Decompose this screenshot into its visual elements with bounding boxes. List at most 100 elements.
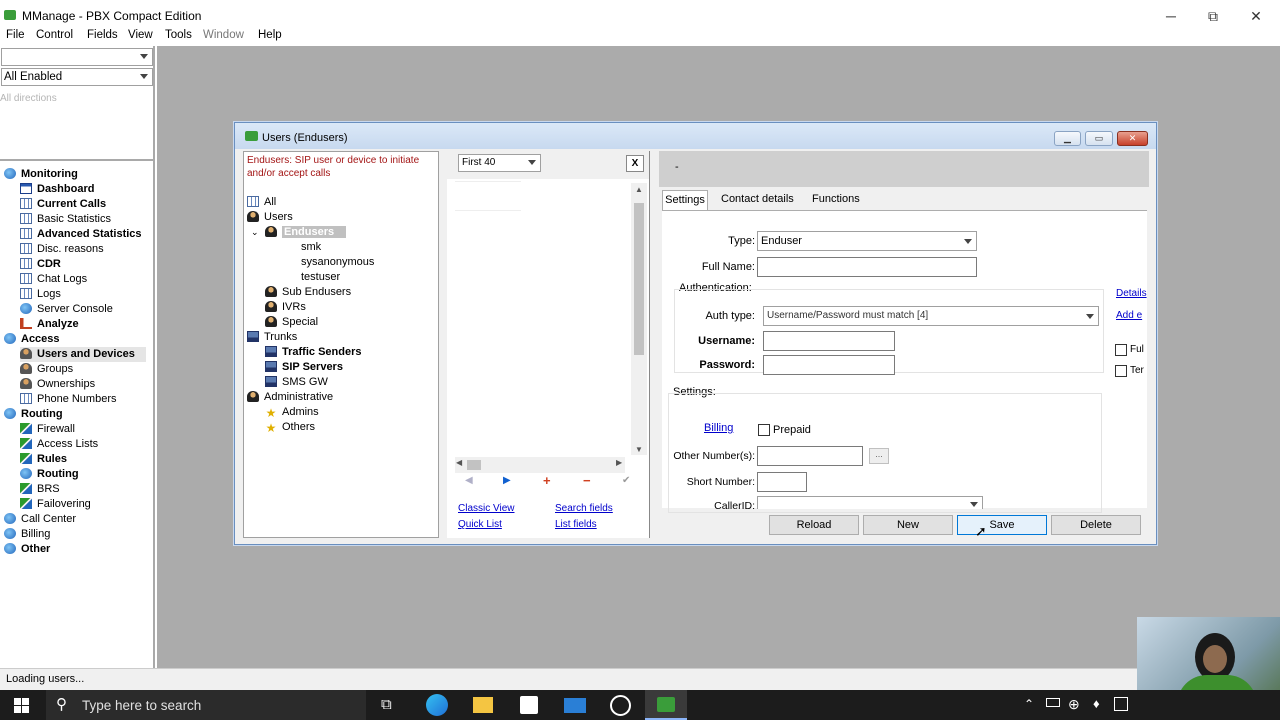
remove-record-icon[interactable]: − bbox=[583, 473, 591, 488]
taskbar-search-box[interactable]: ⚲ Type here to search bbox=[46, 690, 366, 720]
nav-item[interactable]: Advanced Statistics bbox=[20, 227, 142, 242]
nav-item[interactable]: Current Calls bbox=[20, 197, 106, 212]
menu-control[interactable]: Control bbox=[36, 29, 73, 41]
scroll-down-icon[interactable]: ▼ bbox=[635, 445, 643, 454]
tab-settings[interactable]: Settings bbox=[662, 190, 708, 210]
taskbar-active-app[interactable] bbox=[645, 690, 687, 720]
category-item[interactable]: SMS GW bbox=[265, 375, 328, 390]
reload-button[interactable]: Reload bbox=[769, 515, 859, 535]
list-fields-link[interactable]: List fields bbox=[555, 519, 597, 530]
dialog-maximize-button[interactable]: ▭ bbox=[1085, 131, 1113, 146]
prev-record-icon[interactable]: ◀ bbox=[465, 475, 473, 486]
menu-fields[interactable]: Fields bbox=[87, 29, 118, 41]
nav-item[interactable]: Access Lists bbox=[20, 437, 98, 452]
category-item[interactable]: Users bbox=[247, 210, 293, 225]
category-item[interactable]: sysanonymous bbox=[301, 255, 374, 270]
prepaid-checkbox[interactable] bbox=[758, 424, 770, 436]
list-close-button[interactable]: X bbox=[626, 155, 644, 172]
category-item[interactable]: IVRs bbox=[265, 300, 306, 315]
nav-item[interactable]: Routing bbox=[20, 467, 79, 482]
nav-item[interactable]: Server Console bbox=[20, 302, 113, 317]
list-filter-combo[interactable]: First 40 bbox=[458, 154, 541, 172]
tab-functions[interactable]: Functions bbox=[806, 193, 866, 205]
tab-contact-details[interactable]: Contact details bbox=[715, 193, 800, 205]
nav-item[interactable]: Billing bbox=[4, 527, 50, 542]
search-fields-link[interactable]: Search fields bbox=[555, 503, 613, 514]
windows-start-icon[interactable] bbox=[14, 698, 29, 713]
other-numbers-input[interactable] bbox=[757, 446, 863, 466]
auth-type-select[interactable]: Username/Password must match [4] bbox=[763, 306, 1099, 326]
quick-list-link[interactable]: Quick List bbox=[458, 519, 502, 530]
nav-item[interactable]: BRS bbox=[20, 482, 60, 497]
battery-icon[interactable] bbox=[1046, 698, 1060, 707]
tray-chevron-up-icon[interactable]: ⌃ bbox=[1024, 697, 1034, 711]
add-link[interactable]: Add e bbox=[1116, 310, 1142, 321]
next-record-icon[interactable]: ▶ bbox=[503, 475, 511, 486]
nav-item[interactable]: Other bbox=[4, 542, 50, 557]
nav-item[interactable]: Access bbox=[4, 332, 60, 347]
billing-link[interactable]: Billing bbox=[704, 422, 733, 434]
category-item[interactable]: SIP Servers bbox=[265, 360, 343, 375]
nav-item[interactable]: Phone Numbers bbox=[20, 392, 117, 407]
nav-item[interactable]: Dashboard bbox=[20, 182, 94, 197]
nav-item[interactable]: CDR bbox=[20, 257, 61, 272]
full-name-input[interactable] bbox=[757, 257, 977, 277]
short-number-input[interactable] bbox=[757, 472, 807, 492]
nav-item[interactable]: Basic Statistics bbox=[20, 212, 111, 227]
category-item[interactable]: Sub Endusers bbox=[265, 285, 351, 300]
category-item[interactable]: ⌄ Endusers bbox=[251, 225, 347, 240]
menu-window[interactable]: Window bbox=[203, 29, 244, 41]
password-input[interactable] bbox=[763, 355, 895, 375]
type-select[interactable]: Enduser bbox=[757, 231, 977, 251]
network-globe-icon[interactable]: ⊕ bbox=[1068, 696, 1080, 713]
nav-item[interactable]: Users and Devices bbox=[20, 347, 146, 362]
full-checkbox[interactable] bbox=[1115, 344, 1127, 356]
ter-checkbox[interactable] bbox=[1115, 365, 1127, 377]
nav-item[interactable]: Rules bbox=[20, 452, 67, 467]
new-button[interactable]: New bbox=[863, 515, 953, 535]
other-numbers-browse-button[interactable]: ... bbox=[869, 448, 889, 464]
menu-file[interactable]: File bbox=[6, 29, 25, 41]
restore-button[interactable]: ⧉ bbox=[1198, 5, 1228, 27]
category-item[interactable]: All bbox=[247, 195, 276, 210]
nav-item[interactable]: Analyze bbox=[20, 317, 79, 332]
store-icon[interactable] bbox=[520, 696, 538, 714]
nav-item[interactable]: Failovering bbox=[20, 497, 91, 512]
microphone-icon[interactable]: ♦ bbox=[1093, 696, 1100, 711]
scroll-left-icon[interactable]: ◀ bbox=[456, 458, 462, 467]
nav-item[interactable]: Ownerships bbox=[20, 377, 95, 392]
file-explorer-icon[interactable] bbox=[473, 697, 493, 713]
list-horizontal-scrollbar[interactable]: ◀ ▶ bbox=[455, 457, 625, 473]
dialog-minimize-button[interactable]: ▁ bbox=[1054, 131, 1081, 146]
nav-item[interactable]: Firewall bbox=[20, 422, 75, 437]
callerid-select[interactable] bbox=[757, 496, 983, 509]
username-input[interactable] bbox=[763, 331, 895, 351]
top-filter-combo[interactable] bbox=[1, 48, 153, 66]
nav-item[interactable]: Chat Logs bbox=[20, 272, 87, 287]
category-item[interactable]: Trunks bbox=[247, 330, 297, 345]
obs-icon[interactable] bbox=[610, 695, 631, 716]
mail-icon[interactable] bbox=[564, 698, 586, 713]
list-vertical-scrollbar[interactable]: ▲ ▼ bbox=[631, 183, 647, 455]
category-item[interactable]: testuser bbox=[301, 270, 340, 285]
confirm-icon[interactable]: ✔ bbox=[622, 475, 630, 486]
hscroll-thumb[interactable] bbox=[467, 460, 481, 470]
nav-item[interactable]: Logs bbox=[20, 287, 61, 302]
nav-item[interactable]: Disc. reasons bbox=[20, 242, 104, 257]
details-link[interactable]: Details bbox=[1116, 288, 1147, 299]
classic-view-link[interactable]: Classic View bbox=[458, 503, 515, 514]
task-view-icon[interactable]: ⧉ bbox=[381, 696, 392, 713]
nav-item[interactable]: Groups bbox=[20, 362, 73, 377]
menu-tools[interactable]: Tools bbox=[165, 29, 192, 41]
nav-item[interactable]: Call Center bbox=[4, 512, 76, 527]
category-item[interactable]: smk bbox=[301, 240, 321, 255]
close-button[interactable]: ✕ bbox=[1241, 5, 1271, 27]
category-item[interactable]: ★ Others bbox=[265, 420, 315, 435]
nav-item[interactable]: Routing bbox=[4, 407, 63, 422]
edge-browser-icon[interactable] bbox=[426, 694, 448, 716]
minimize-button[interactable]: ─ bbox=[1156, 5, 1186, 27]
notification-icon[interactable] bbox=[1114, 697, 1128, 711]
category-item[interactable]: ★ Admins bbox=[265, 405, 319, 420]
enabled-filter-combo[interactable]: All Enabled bbox=[1, 68, 153, 86]
nav-item[interactable]: Monitoring bbox=[4, 167, 78, 182]
